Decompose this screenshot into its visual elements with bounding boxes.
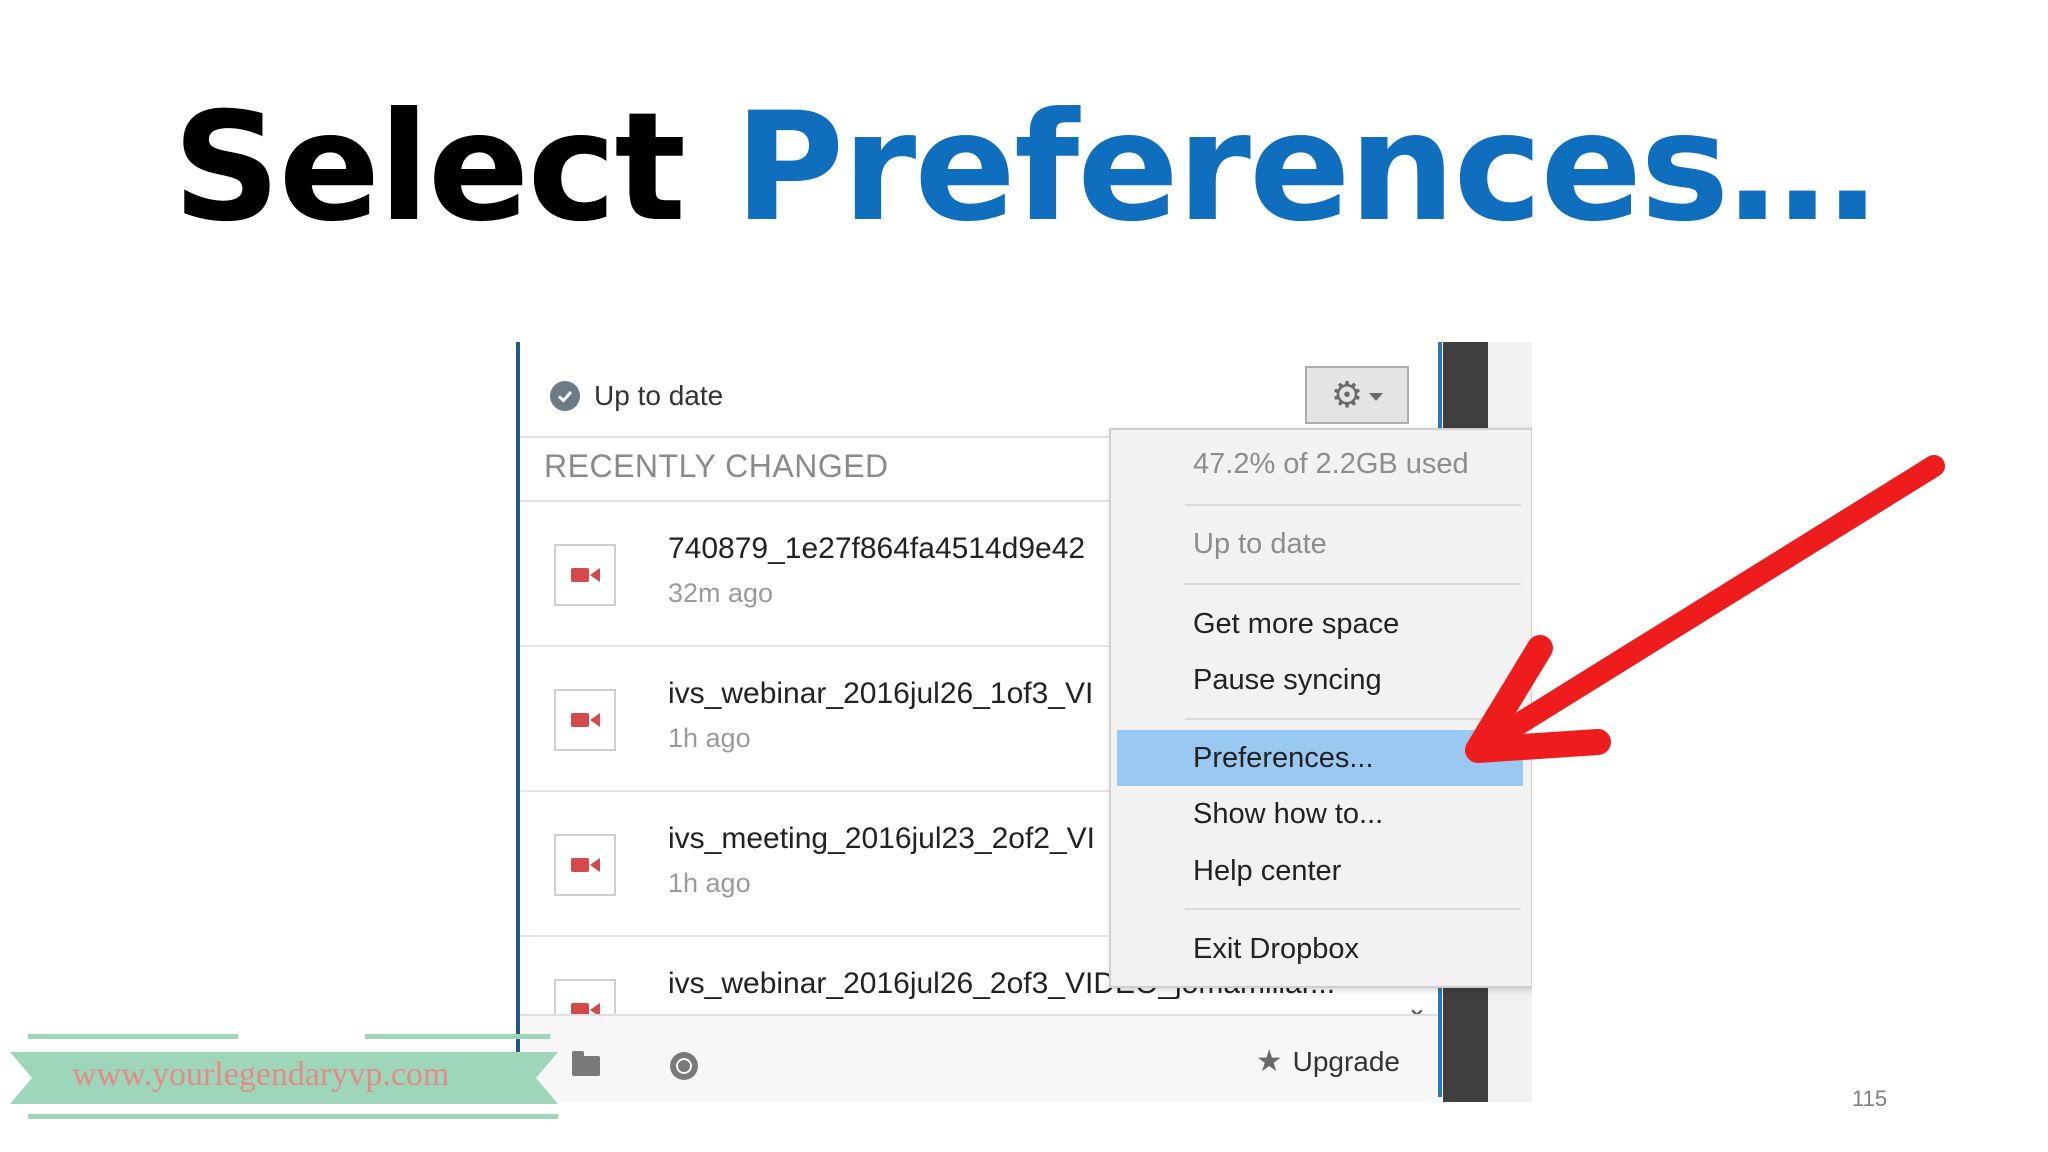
menu-item-preferences[interactable]: Preferences... [1193,742,1374,775]
settings-menu: 47.2% of 2.2GB used Up to date Get more … [1109,428,1532,988]
file-time: 1h ago [668,868,751,898]
file-name: ivs_meeting_2016jul23_2of2_VI [668,822,1095,855]
watermark-line [365,1034,550,1039]
file-time: 32m ago [668,578,774,608]
menu-item-help-center[interactable]: Help center [1193,855,1341,888]
video-icon [554,689,616,751]
star-icon: ★ [1255,1044,1283,1079]
menu-separator [1185,504,1521,506]
settings-gear-button[interactable]: ⚙ [1305,366,1409,424]
globe-icon[interactable] [670,1052,698,1080]
file-name: ivs_webinar_2016jul26_1of3_VI [668,677,1094,710]
dropbox-screenshot: Up to date ⚙ RECENTLY CHANGED 740879_1e2… [516,342,1532,1102]
folder-icon[interactable] [572,1051,600,1076]
title-select: Select [172,81,687,255]
menu-item-show-how-to[interactable]: Show how to... [1193,798,1383,831]
chevron-down-icon [1369,393,1384,401]
upgrade-button[interactable]: ★ Upgrade [1256,1044,1400,1079]
page-number: 115 [1852,1086,1888,1111]
arrow-shaft [1469,455,1945,759]
watermark-line [28,1114,558,1119]
file-time: 1h ago [668,723,751,753]
menu-item-pause-syncing[interactable]: Pause syncing [1193,664,1382,697]
menu-separator [1185,583,1521,585]
watermark-text: www.yourlegendaryvp.com [72,1056,450,1093]
watermark-line [28,1034,238,1039]
menu-item-get-more-space[interactable]: Get more space [1193,608,1399,641]
upgrade-label: Upgrade [1292,1045,1400,1077]
sync-status-label: Up to date [594,380,724,411]
menu-separator [1185,908,1521,910]
section-header: RECENTLY CHANGED [544,448,889,484]
title-preferences: Preferences… [734,81,1877,255]
file-name: 740879_1e27f864fa4514d9e42 [668,532,1086,565]
menu-status: Up to date [1193,528,1327,560]
video-icon [554,834,616,896]
menu-item-exit-dropbox[interactable]: Exit Dropbox [1193,933,1359,966]
gear-icon: ⚙ [1330,374,1364,416]
menu-usage: 47.2% of 2.2GB used [1193,448,1469,480]
checkmark-icon [550,381,580,411]
sync-status: Up to date [550,376,723,416]
menu-separator [1185,718,1521,720]
panel-footer: ★ Upgrade [520,1014,1438,1102]
video-icon [554,544,616,606]
slide-title: Select Preferences… [0,88,2048,248]
watermark-banner: www.yourlegendaryvp.com [10,1034,558,1124]
